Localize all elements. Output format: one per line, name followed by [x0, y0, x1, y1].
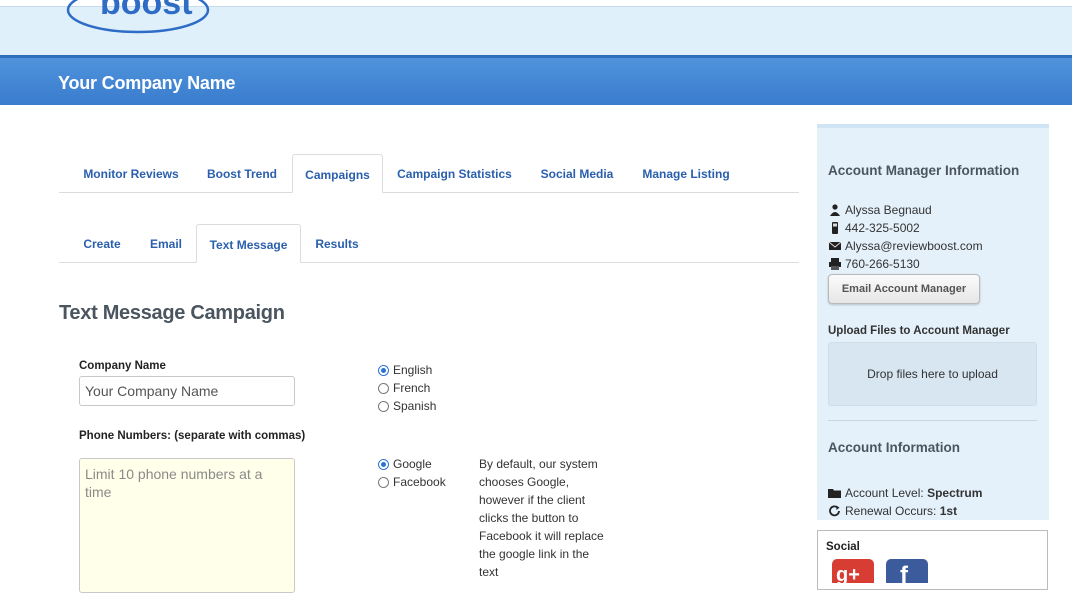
- subtab-text-message[interactable]: Text Message: [196, 224, 301, 263]
- company-banner: Your Company Name: [0, 55, 1072, 105]
- renewal-value: 1st: [939, 504, 958, 518]
- company-name-title: Your Company Name: [58, 73, 236, 93]
- account-level-label: Account Level:: [845, 486, 924, 500]
- logo-text: boost: [100, 0, 193, 22]
- radio-label: French: [393, 381, 431, 395]
- manager-phone-row: 442-325-5002: [828, 219, 920, 237]
- radio-facebook[interactable]: [378, 476, 389, 488]
- phone-icon: [832, 222, 838, 234]
- review-site-help-text: By default, our system chooses Google, h…: [479, 457, 604, 579]
- radio-google[interactable]: [378, 458, 389, 470]
- renewal-label: Renewal Occurs:: [845, 504, 937, 518]
- account-level-value: Spectrum: [927, 486, 983, 500]
- google-plus-icon[interactable]: g+: [832, 559, 874, 583]
- tab-campaigns[interactable]: Campaigns: [292, 154, 383, 193]
- manager-phone: 442-325-5002: [845, 221, 920, 235]
- radio-spanish[interactable]: [378, 400, 389, 412]
- renewal-row: Renewal Occurs: 1st: [828, 502, 957, 520]
- manager-fax-row: 760-266-5130: [828, 255, 920, 273]
- folder-icon: [828, 489, 841, 498]
- subtab-results[interactable]: Results: [305, 224, 369, 262]
- tab-campaign-statistics[interactable]: Campaign Statistics: [388, 154, 521, 192]
- envelope-icon: [828, 241, 842, 250]
- svg-text:g+: g+: [836, 564, 860, 583]
- tab-manage-listing[interactable]: Manage Listing: [633, 154, 739, 192]
- social-panel: Social g+ f: [817, 530, 1048, 590]
- social-heading: Social: [826, 541, 860, 553]
- facebook-icon[interactable]: f: [886, 559, 928, 583]
- file-dropzone[interactable]: Drop files here to upload: [828, 342, 1037, 406]
- manager-name: Alyssa Begnaud: [845, 203, 932, 217]
- radio-label: Spanish: [393, 399, 437, 413]
- language-option-spanish[interactable]: Spanish: [378, 397, 436, 415]
- radio-label: Google: [393, 457, 432, 471]
- sub-tabs: Create Email Text Message Results: [59, 224, 799, 263]
- language-option-english[interactable]: English: [378, 361, 432, 379]
- tab-monitor-reviews[interactable]: Monitor Reviews: [71, 154, 191, 192]
- subtab-create[interactable]: Create: [71, 224, 133, 262]
- refresh-icon: [829, 505, 840, 517]
- sidebar-divider: [828, 420, 1037, 421]
- tab-boost-trend[interactable]: Boost Trend: [196, 154, 288, 192]
- manager-email[interactable]: Alyssa@reviewboost.com: [845, 239, 983, 253]
- boost-logo[interactable]: boost: [66, 0, 211, 34]
- upload-heading: Upload Files to Account Manager: [828, 325, 1010, 337]
- site-option-google[interactable]: Google: [378, 455, 432, 473]
- company-name-label: Company Name: [79, 360, 166, 372]
- svg-text:f: f: [900, 562, 909, 583]
- radio-label: English: [393, 363, 433, 377]
- manager-fax: 760-266-5130: [845, 257, 920, 271]
- manager-name-row: Alyssa Begnaud: [828, 201, 932, 219]
- main-tabs: Monitor Reviews Boost Trend Campaigns Ca…: [59, 154, 799, 193]
- site-option-facebook[interactable]: Facebook: [378, 473, 446, 491]
- person-icon: [830, 204, 840, 216]
- email-account-manager-button[interactable]: Email Account Manager: [828, 274, 980, 304]
- page-title: Text Message Campaign: [59, 302, 285, 324]
- account-level-row: Account Level: Spectrum: [828, 484, 982, 502]
- radio-french[interactable]: [378, 382, 389, 394]
- phone-numbers-label: Phone Numbers: (separate with commas): [79, 430, 306, 442]
- radio-label: Facebook: [393, 475, 446, 489]
- account-sidebar: Account Manager Information Alyssa Begna…: [817, 124, 1049, 520]
- printer-icon: [829, 258, 841, 270]
- phone-numbers-textarea[interactable]: Limit 10 phone numbers at a time: [79, 458, 295, 593]
- account-manager-heading: Account Manager Information: [828, 163, 1020, 178]
- language-option-french[interactable]: French: [378, 379, 430, 397]
- manager-email-row: Alyssa@reviewboost.com: [828, 237, 983, 255]
- radio-english[interactable]: [378, 364, 389, 376]
- tab-social-media[interactable]: Social Media: [531, 154, 623, 192]
- account-info-heading: Account Information: [828, 440, 960, 455]
- subtab-email[interactable]: Email: [139, 224, 193, 262]
- top-header: boost: [0, 0, 1072, 55]
- company-name-input[interactable]: Your Company Name: [79, 376, 295, 406]
